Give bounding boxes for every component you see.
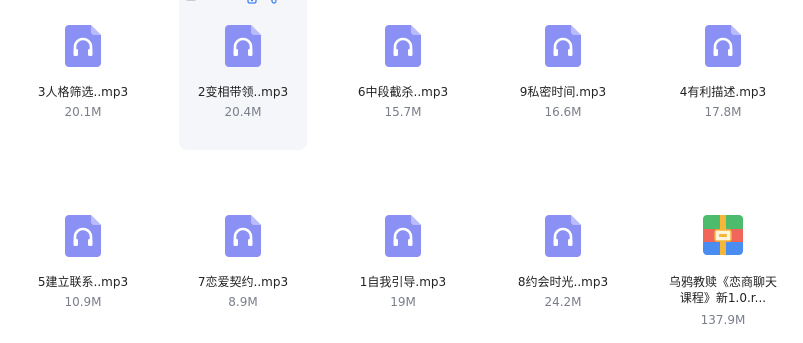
file-tile[interactable]: 6中段截杀..mp3 15.7M	[339, 0, 467, 150]
file-tile[interactable]: 5建立联系..mp3 10.9M	[19, 190, 147, 340]
select-checkbox[interactable]	[185, 0, 197, 1]
file-grid: 3人格筛选..mp3 20.1M 2变相带领..mp3 20.4M 6中段截杀.…	[0, 0, 803, 343]
file-size: 20.1M	[64, 105, 102, 119]
file-tile[interactable]: 8约会时光..mp3 24.2M	[499, 190, 627, 340]
audio-file-icon	[545, 215, 581, 257]
audio-file-icon	[385, 215, 421, 257]
audio-file-icon	[65, 25, 101, 67]
hover-toolbar	[179, 0, 307, 8]
audio-file-icon	[705, 25, 741, 67]
file-size: 15.7M	[384, 105, 422, 119]
phone-icon[interactable]	[245, 0, 259, 4]
file-tile[interactable]: 7恋爱契约..mp3 8.9M	[179, 190, 307, 340]
file-size: 137.9M	[700, 313, 746, 327]
audio-file-icon	[545, 25, 581, 67]
file-name[interactable]: 6中段截杀..mp3	[333, 84, 473, 100]
audio-file-icon	[225, 25, 261, 67]
audio-file-icon	[385, 25, 421, 67]
file-size: 24.2M	[544, 295, 582, 309]
archive-file-icon	[703, 215, 743, 255]
file-tile[interactable]: 1自我引导.mp3 19M	[339, 190, 467, 340]
file-tile[interactable]: 3人格筛选..mp3 20.1M	[19, 0, 147, 150]
audio-file-icon	[65, 215, 101, 257]
file-size: 16.6M	[544, 105, 582, 119]
file-name[interactable]: 9私密时间.mp3	[493, 84, 633, 100]
file-size: 17.8M	[704, 105, 742, 119]
file-size: 10.9M	[64, 295, 102, 309]
file-tile-hovered[interactable]: 2变相带领..mp3 20.4M	[179, 0, 307, 150]
more-icon[interactable]	[283, 0, 297, 4]
file-size: 20.4M	[224, 105, 262, 119]
file-name[interactable]: 乌鸦教赎《恋商聊天课程》新1.0.r...	[667, 274, 779, 306]
file-name[interactable]: 3人格筛选..mp3	[13, 84, 153, 100]
file-name[interactable]: 5建立联系..mp3	[13, 274, 153, 290]
file-tile[interactable]: 乌鸦教赎《恋商聊天课程》新1.0.r... 137.9M	[659, 190, 787, 340]
file-size: 19M	[390, 295, 416, 309]
file-name[interactable]: 2变相带领..mp3	[173, 84, 313, 100]
audio-file-icon	[225, 215, 261, 257]
file-name[interactable]: 4有利描述.mp3	[653, 84, 793, 100]
file-tile[interactable]: 9私密时间.mp3 16.6M	[499, 0, 627, 150]
file-size: 8.9M	[228, 295, 258, 309]
file-name[interactable]: 8约会时光..mp3	[493, 274, 633, 290]
share-icon[interactable]	[263, 0, 277, 4]
file-tile[interactable]: 4有利描述.mp3 17.8M	[659, 0, 787, 150]
file-name[interactable]: 1自我引导.mp3	[333, 274, 473, 290]
file-name[interactable]: 7恋爱契约..mp3	[173, 274, 313, 290]
